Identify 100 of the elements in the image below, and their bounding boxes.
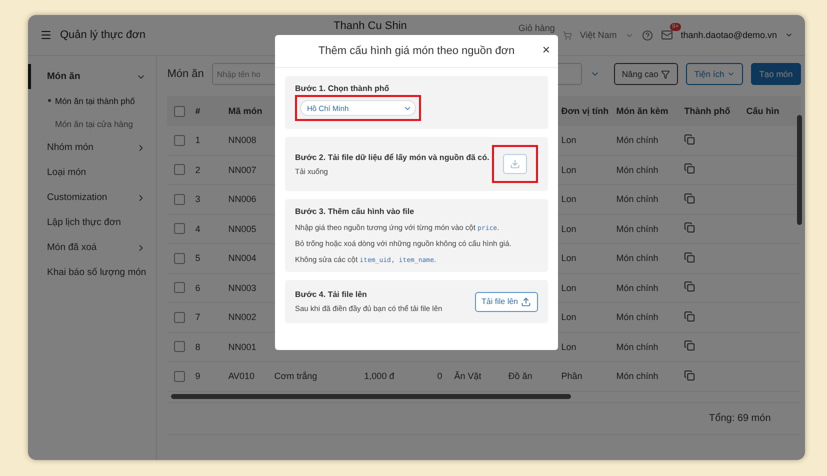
checkbox[interactable] [174,164,186,176]
sidebar-item[interactable]: Loại món [28,160,156,185]
step-title: Bước 1. Chọn thành phố [295,84,390,93]
scrollbar-thumb[interactable] [797,115,802,225]
copy-icon[interactable] [684,310,696,322]
table-cell: Món chính [616,282,658,293]
close-button[interactable]: × [542,43,550,56]
column-header: Cấu hìn [746,106,780,116]
sidebar-item[interactable]: Customization [28,185,156,210]
toolbar-button[interactable]: Tiện ích [686,63,744,85]
caret-icon [727,70,736,78]
table-cell: Món chính [616,164,658,175]
table-cell: 6 [195,282,200,293]
table-cell: Lon [561,135,576,146]
sidebar-subitem[interactable]: Món ăn tại cửa hàng [28,112,156,135]
checkbox[interactable] [174,194,186,205]
table-cell: NN001 [228,342,256,352]
scrollbar-thumb[interactable] [171,394,572,399]
table-cell: NN002 [228,312,256,322]
checkbox[interactable] [174,282,186,294]
toolbar-button[interactable]: Nâng cao [614,63,678,85]
sidebar-item[interactable]: Lập lịch thực đơn [28,210,156,235]
table-cell: NN003 [228,282,256,293]
modal-title: Thêm cấu hình giá món theo nguồn đơn [318,45,515,57]
table-cell: 2 [195,164,200,175]
table-cell: Lon [561,282,576,293]
table-cell: 9 [195,371,200,382]
table-cell: 7 [195,312,200,322]
sidebar-item[interactable]: Món đã xoá [28,235,156,260]
table-cell: Ăn Vặt [454,371,482,382]
menu-icon[interactable] [40,29,52,41]
table-cell: AV010 [228,371,255,382]
table-cell: Món chính [616,194,658,204]
toolbar-button[interactable]: Tạo món [751,63,801,85]
checkbox[interactable] [174,341,186,352]
checkbox[interactable] [174,223,186,234]
column-header: Món ăn kèm [616,106,670,116]
table-cell: 5 [195,253,200,264]
copy-icon[interactable] [684,222,696,234]
copy-icon[interactable] [684,252,696,263]
table-cell: Đồ ăn [508,371,532,382]
table-cell: Món chính [616,135,658,146]
table-cell: Lon [561,194,576,204]
table-cell: Món chính [616,224,658,234]
copy-icon[interactable] [684,370,696,381]
table-cell: Lon [561,164,576,175]
checkbox[interactable] [174,312,186,323]
column-header: Thành phố [684,106,732,116]
table-cell: Món chính [616,312,658,322]
table-cell: NN004 [228,253,256,264]
table-cell: NN008 [228,135,256,146]
table-cell: Phần [561,371,582,382]
bullet-icon [48,99,51,102]
filter-icon [661,70,670,78]
sidebar-subitem[interactable]: Món ăn tại thành phố [28,89,156,112]
table-cell: Món chính [616,342,658,352]
sidebar-item[interactable]: Món ăn [28,64,156,89]
checkbox[interactable] [174,252,186,264]
table-cell: 0 [437,371,442,382]
download-button[interactable] [503,154,527,174]
column-header: # [195,106,202,116]
mail-icon[interactable] [660,29,673,41]
total-count: Tổng: 69 món [709,412,771,424]
table-cell: NN007 [228,164,256,175]
table-cell: Món chính [616,371,658,382]
step-title: Bước 2. Tải file dữ liệu để lấy món và nguồn đã có. [295,152,490,162]
store-name: Thanh Cu Shin [334,20,408,32]
table-cell: 8 [195,342,200,352]
table-cell: Cơm trắng [274,371,318,382]
cart-icon[interactable] [562,30,572,40]
copy-icon[interactable] [684,163,696,174]
table-cell: NN005 [228,224,256,234]
copy-icon[interactable] [684,192,696,204]
table-cell: 3 [195,194,200,204]
copy-icon[interactable] [684,281,696,292]
table-cell: Lon [561,253,576,264]
checkbox[interactable] [174,370,186,382]
copy-icon[interactable] [684,134,696,145]
upload-button[interactable]: Tải file lên [474,292,538,312]
sidebar-item[interactable]: Khai báo số lượng món [28,260,156,285]
cart-link[interactable]: Giỏ hàng [518,23,555,33]
step-title: Bước 3. Thêm cấu hình vào file [295,207,416,216]
step-title: Bước 4. Tải file lên [295,290,368,299]
table-cell: Lon [561,224,576,234]
copy-icon[interactable] [684,340,696,352]
checkbox[interactable] [174,106,186,116]
table-cell: Lon [561,312,576,322]
table-cell: 4 [195,224,200,234]
app-title: Quản lý thực đơn [60,29,146,41]
upload-icon [521,296,531,306]
sidebar-item[interactable]: Nhóm món [28,135,156,160]
page-title: Món ăn [167,68,204,80]
caret-icon [785,31,793,39]
table-cell: Lon [561,342,576,352]
help-icon[interactable] [642,30,653,40]
user-menu[interactable]: thanh.daotao@demo.vn [680,30,777,40]
table-cell: 1,000 đ [364,371,394,382]
column-header: Đơn vị tính [561,106,610,116]
country-select[interactable]: Việt Nam [580,30,617,40]
checkbox[interactable] [174,134,186,146]
